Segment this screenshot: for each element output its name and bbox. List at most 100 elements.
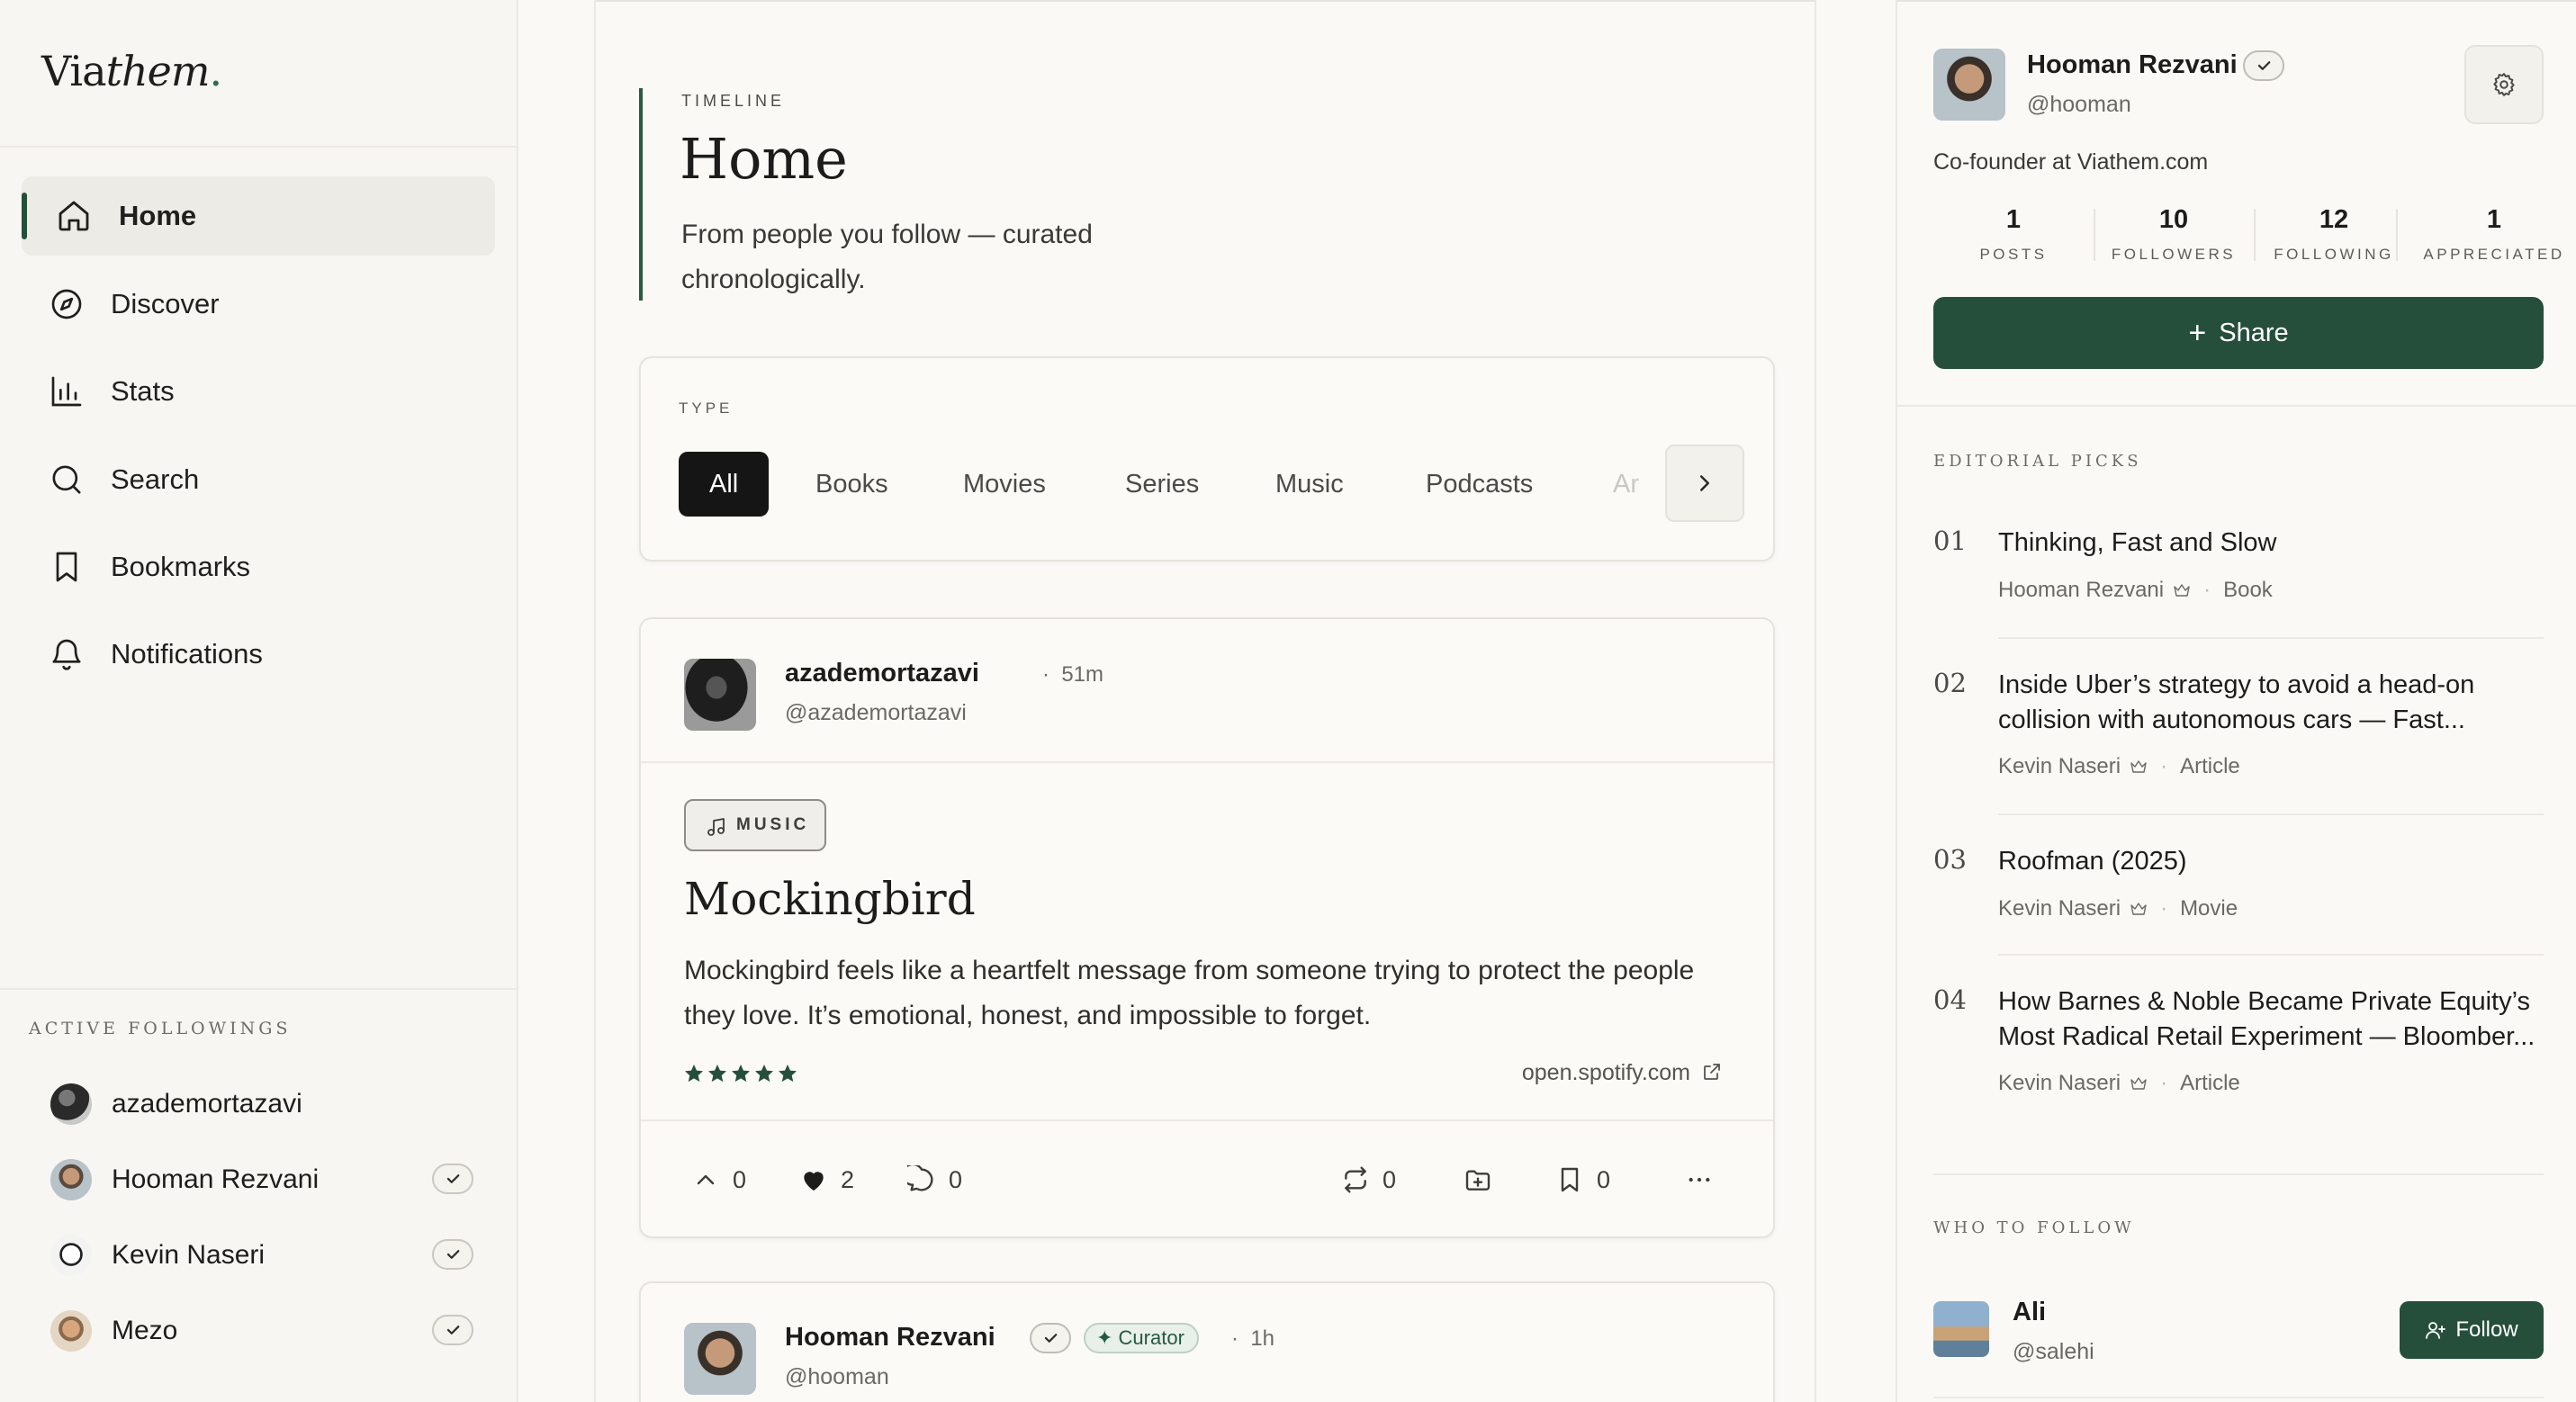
heart-icon — [804, 1172, 824, 1191]
pick-meta: Hooman Rezvani · Book — [1998, 578, 2273, 602]
follow-button[interactable]: Follow — [2400, 1301, 2544, 1359]
avatar — [50, 1083, 92, 1125]
divider — [1897, 405, 2576, 407]
pick-number: 01 — [1933, 526, 1967, 556]
suggested-user-name[interactable]: Ali — [2013, 1298, 2046, 1327]
following-item[interactable]: azademortazavi — [50, 1082, 473, 1127]
bookmark-count: 0 — [1597, 1165, 1611, 1193]
page-subtitle: From people you follow — curated chronol… — [681, 220, 1093, 294]
post-time: · 51m — [1042, 662, 1104, 687]
divider — [2396, 209, 2398, 261]
divider — [596, 0, 1815, 2]
pick-number: 02 — [1933, 668, 1967, 698]
nav-home[interactable]: Home — [22, 176, 495, 256]
bookmark-button[interactable]: 0 — [1555, 1164, 1610, 1195]
post-body: Mockingbird feels like a heartfelt messa… — [684, 956, 1695, 1030]
page-title: Home — [680, 126, 848, 192]
nav-label: Discover — [111, 288, 220, 319]
external-link[interactable]: open.spotify.com — [1522, 1060, 1723, 1086]
crown-icon — [2130, 760, 2147, 773]
compass-icon — [51, 289, 82, 319]
avatar[interactable] — [684, 659, 756, 731]
plus-icon: + — [2188, 316, 2207, 350]
divider — [641, 1119, 1773, 1121]
pick-meta: Kevin Naseri · Article — [1998, 754, 2240, 778]
verified-badge — [1030, 1323, 1071, 1353]
stat-posts[interactable]: 1 POSTS — [1933, 205, 2094, 264]
upvote-button[interactable]: 0 — [691, 1164, 746, 1195]
pick-number: 03 — [1933, 844, 1967, 875]
settings-button[interactable] — [2464, 45, 2544, 124]
verified-badge — [2243, 50, 2284, 81]
nav-discover[interactable]: Discover — [22, 265, 495, 344]
following-item[interactable]: Kevin Naseri — [50, 1233, 473, 1278]
chip-all[interactable]: All — [679, 452, 770, 517]
post-username[interactable]: azademortazavi — [785, 659, 979, 688]
editorial-picks-title: EDITORIAL PICKS — [1933, 452, 2142, 471]
repost-button[interactable]: 0 — [1341, 1164, 1396, 1195]
divider — [1998, 954, 2544, 956]
stat-appreciated[interactable]: 1 APPRECIATED — [2414, 205, 2574, 264]
post-username[interactable]: Hooman Rezvani — [785, 1323, 995, 1353]
brand-logo[interactable]: Viathem. — [41, 47, 222, 95]
divider — [1998, 637, 2544, 639]
pick-meta: Kevin Naseri · Article — [1998, 1071, 2240, 1095]
active-indicator — [22, 193, 27, 239]
active-followings-title: ACTIVE FOLLOWINGS — [29, 1019, 292, 1038]
crown-icon — [2174, 584, 2190, 597]
comment-count: 0 — [949, 1165, 963, 1193]
user-plus-icon — [2426, 1322, 2446, 1339]
pick-title: Inside Uber’s strategy to avoid a head-o… — [1998, 670, 2475, 699]
crown-icon — [2130, 1077, 2147, 1090]
chip-movies[interactable]: Movies — [963, 452, 1046, 517]
pick-meta: Kevin Naseri · Movie — [1998, 896, 2238, 921]
avatar[interactable] — [1933, 1301, 1989, 1357]
home-icon — [59, 201, 89, 231]
stat-following[interactable]: 12 FOLLOWING — [2254, 205, 2414, 264]
type-filter-label: TYPE — [679, 400, 734, 417]
nav-bookmarks[interactable]: Bookmarks — [22, 527, 495, 607]
verified-badge — [432, 1164, 473, 1194]
following-item[interactable]: Hooman Rezvani — [50, 1157, 473, 1202]
bookmark-icon — [1561, 1167, 1579, 1192]
header-accent-bar — [639, 88, 643, 301]
pick-title: Thinking, Fast and Slow — [1998, 528, 2277, 557]
profile-bio: Co-founder at Viathem.com — [1933, 149, 2209, 175]
crown-icon — [2130, 903, 2147, 915]
more-options-button[interactable] — [1685, 1164, 1726, 1195]
profile-avatar[interactable] — [1933, 49, 2005, 121]
comment-icon — [907, 1165, 933, 1191]
share-button[interactable]: + Share — [1933, 297, 2544, 369]
comment-button[interactable]: 0 — [907, 1164, 962, 1195]
chip-books[interactable]: Books — [815, 452, 888, 517]
stat-followers[interactable]: 10 FOLLOWERS — [2094, 205, 2254, 264]
nav-stats[interactable]: Stats — [22, 352, 495, 431]
rating-stars — [685, 1065, 797, 1083]
nav-label: Notifications — [111, 638, 263, 670]
chip-music[interactable]: Music — [1275, 452, 1344, 517]
profile-name[interactable]: Hooman Rezvani — [2027, 50, 2238, 80]
timeline-main: TIMELINE Home From people you follow — c… — [594, 0, 1816, 1402]
verified-badge — [432, 1239, 473, 1270]
nav-search[interactable]: Search — [22, 440, 495, 519]
nav-label: Bookmarks — [111, 551, 251, 582]
like-button[interactable]: 2 — [799, 1164, 854, 1195]
chip-series[interactable]: Series — [1125, 452, 1199, 517]
avatar[interactable] — [684, 1323, 756, 1395]
nav-notifications[interactable]: Notifications — [22, 615, 495, 694]
repost-count: 0 — [1383, 1165, 1397, 1193]
following-item[interactable]: Mezo — [50, 1308, 473, 1353]
divider — [1933, 1173, 2544, 1175]
bookmark-icon — [56, 552, 77, 582]
pick-title-line2: Most Radical Retail Experiment — Bloombe… — [1998, 1022, 2535, 1051]
chip-scroll-next-button[interactable] — [1665, 445, 1744, 522]
pick-number: 04 — [1933, 984, 1967, 1015]
add-to-collection-button[interactable] — [1464, 1164, 1505, 1195]
verified-badge — [432, 1315, 473, 1345]
chip-podcasts[interactable]: Podcasts — [1426, 452, 1533, 517]
sparkle-icon: ✦ — [1096, 1326, 1119, 1349]
post-card: azademortazavi · 51m @azademortazavi MUS… — [639, 617, 1775, 1238]
chevron-right-icon — [1700, 475, 1709, 491]
following-name: Hooman Rezvani — [112, 1164, 320, 1194]
post-title[interactable]: Mockingbird — [684, 873, 976, 925]
